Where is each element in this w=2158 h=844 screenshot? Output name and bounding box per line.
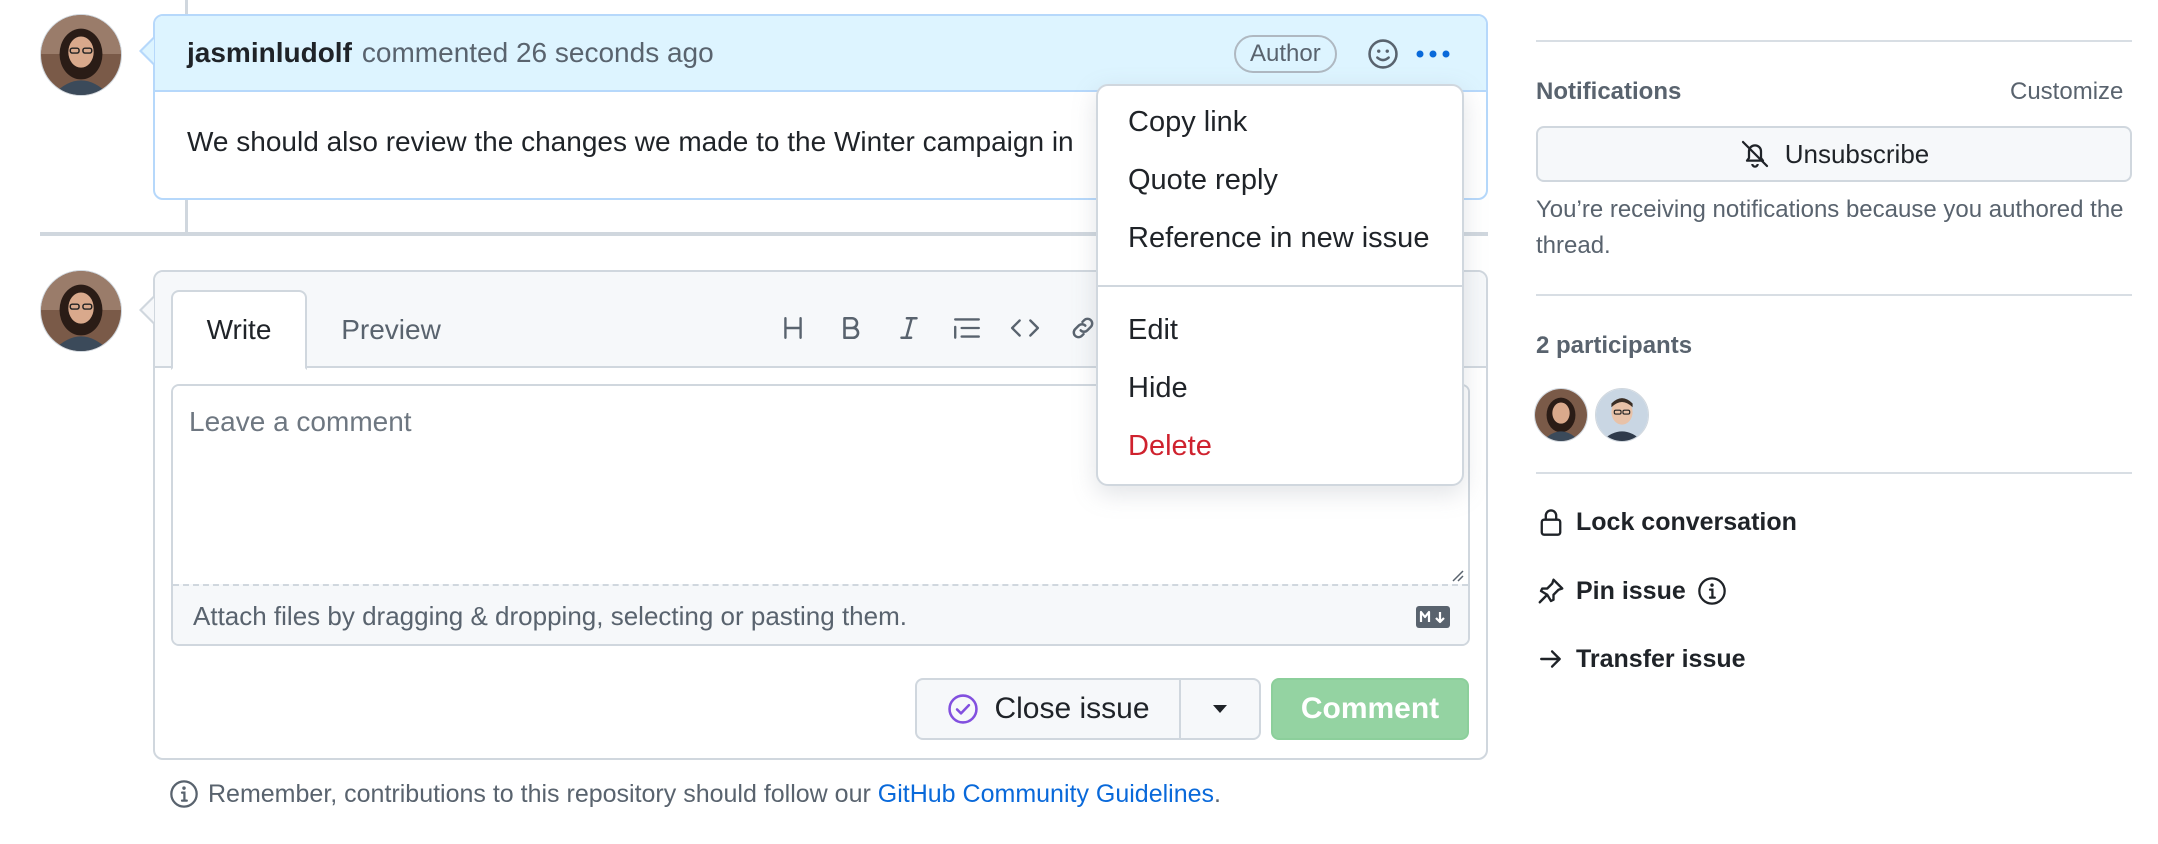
bell-slash-icon — [1741, 140, 1768, 168]
link-icon — [1072, 317, 1094, 339]
lock-icon — [1536, 507, 1566, 537]
quote-icon — [954, 318, 980, 339]
lock-conversation-label: Lock conversation — [1576, 507, 1797, 536]
menu-divider — [1098, 285, 1462, 287]
sidebar-divider — [1536, 294, 2132, 296]
tab-preview[interactable]: Preview — [323, 290, 459, 370]
participant-avatar[interactable] — [1595, 388, 1649, 442]
issue-closed-icon — [948, 694, 979, 724]
unsubscribe-label: Unsubscribe — [1784, 138, 1930, 169]
comment-timestamp[interactable]: commented 26 seconds ago — [362, 37, 714, 69]
comment-options-button[interactable] — [1409, 34, 1457, 74]
close-issue-dropdown-button[interactable] — [1179, 678, 1261, 740]
pin-icon — [1536, 576, 1566, 606]
attach-files-bar[interactable]: Attach files by dragging & dropping, sel… — [173, 584, 1468, 644]
transfer-issue-link[interactable]: Transfer issue — [1536, 644, 1746, 674]
close-issue-label: Close issue — [994, 692, 1150, 725]
menu-item-copy-link[interactable]: Copy link — [1128, 106, 1247, 139]
heading-icon — [784, 317, 802, 339]
avatar-image — [1596, 389, 1648, 441]
arrow-right-icon — [1536, 644, 1566, 674]
contribution-guidelines-note: Remember, contributions to this reposito… — [168, 778, 1221, 810]
form-caret-fill — [142, 298, 154, 322]
community-guidelines-link[interactable]: GitHub Community Guidelines — [878, 780, 1214, 809]
guidelines-suffix: . — [1214, 779, 1221, 808]
italic-button[interactable] — [889, 308, 929, 348]
comment-button[interactable]: Comment — [1271, 678, 1469, 740]
avatar-image — [1535, 389, 1587, 441]
pin-issue-label: Pin issue — [1576, 576, 1686, 605]
bold-icon — [843, 316, 860, 340]
attach-files-text: Attach files by dragging & dropping, sel… — [193, 600, 907, 631]
avatar-image — [41, 271, 121, 351]
add-reaction-button[interactable] — [1363, 34, 1403, 74]
comment-options-menu: Copy link Quote reply Reference in new i… — [1096, 84, 1464, 486]
menu-item-edit[interactable]: Edit — [1128, 314, 1178, 347]
menu-item-reference-in-new-issue[interactable]: Reference in new issue — [1128, 222, 1429, 255]
bold-button[interactable] — [831, 308, 871, 348]
triangle-down-icon — [1213, 705, 1227, 713]
comment-author[interactable]: jasminludolf — [187, 37, 352, 69]
kebab-horizontal-icon — [1416, 50, 1450, 58]
sidebar-divider — [1536, 472, 2132, 474]
resize-grip-icon[interactable] — [1448, 566, 1464, 582]
code-icon — [1010, 319, 1040, 337]
quote-button[interactable] — [947, 308, 987, 348]
markdown-icon[interactable] — [1416, 606, 1450, 628]
participant-avatar[interactable] — [1534, 388, 1588, 442]
transfer-issue-label: Transfer issue — [1576, 644, 1746, 673]
notification-reason-text: You’re receiving notifications because y… — [1536, 196, 2124, 259]
smiley-icon — [1368, 39, 1398, 69]
info-icon[interactable] — [1696, 575, 1728, 607]
comment-caret-fill — [142, 39, 154, 63]
menu-item-hide[interactable]: Hide — [1128, 372, 1188, 405]
sidebar-divider — [1536, 40, 2132, 42]
guidelines-prefix: Remember, contributions to this reposito… — [208, 779, 871, 808]
italic-icon — [900, 317, 918, 339]
tab-write[interactable]: Write — [171, 290, 307, 370]
close-issue-button[interactable]: Close issue — [915, 678, 1179, 740]
customize-notifications-link[interactable]: Customize — [2010, 78, 2123, 106]
unsubscribe-button[interactable]: Unsubscribe — [1536, 126, 2132, 182]
menu-item-delete[interactable]: Delete — [1128, 430, 1212, 463]
menu-item-quote-reply[interactable]: Quote reply — [1128, 164, 1278, 197]
avatar-image — [41, 15, 121, 95]
avatar[interactable] — [40, 14, 122, 96]
heading-button[interactable] — [773, 308, 813, 348]
author-badge: Author — [1234, 35, 1337, 73]
participants-heading: 2 participants — [1536, 332, 1693, 359]
lock-conversation-link[interactable]: Lock conversation — [1536, 507, 1797, 537]
pin-issue-link[interactable]: Pin issue — [1536, 575, 1728, 607]
code-button[interactable] — [1005, 308, 1045, 348]
notifications-heading: Notifications — [1536, 78, 1682, 105]
info-icon — [170, 780, 198, 808]
avatar[interactable] — [40, 270, 122, 352]
